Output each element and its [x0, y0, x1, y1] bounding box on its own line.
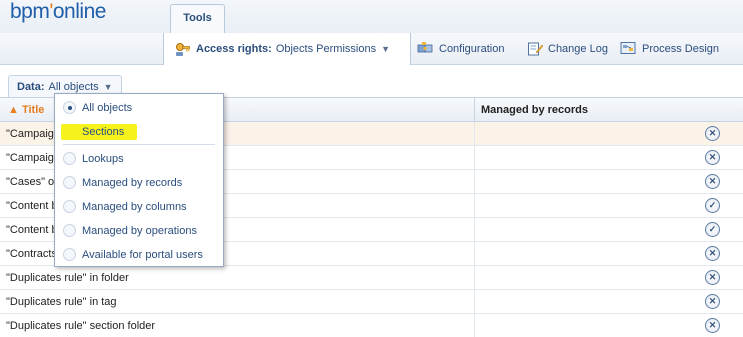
menu-item-label: Sections	[82, 126, 125, 138]
radio-icon	[63, 176, 76, 189]
radio-icon	[63, 200, 76, 213]
logo-prefix: bpm	[10, 0, 50, 23]
logo-suffix: online	[52, 0, 107, 23]
table-row[interactable]: "Duplicates rule" section folder ✕	[0, 314, 743, 337]
row-title: "Content b	[6, 200, 58, 212]
column-header-title[interactable]: ▲ Title	[8, 98, 44, 122]
key-icon	[174, 40, 192, 58]
app-header: bpm'online Tools	[0, 0, 743, 36]
change-log-label: Change Log	[548, 43, 608, 55]
puzzle-icon	[417, 40, 435, 58]
access-rights-label: Access rights:	[196, 43, 272, 55]
radio-icon	[63, 152, 76, 165]
configuration-button[interactable]: Configuration	[417, 33, 504, 65]
row-title: "Duplicates rule" in tag	[6, 296, 117, 308]
table-row[interactable]: "Duplicates rule" in folder ✕	[0, 266, 743, 290]
menu-item-all-objects[interactable]: All objects	[55, 96, 223, 120]
cell-divider	[474, 290, 475, 313]
chevron-down-icon: ▼	[381, 44, 390, 54]
cell-divider	[474, 122, 475, 145]
cell-divider	[474, 266, 475, 289]
access-rights-dropdown[interactable]: Access rights: Objects Permissions ▼	[163, 33, 411, 65]
cross-icon: ✕	[705, 318, 720, 333]
menu-item-managed-by-operations[interactable]: Managed by operations	[55, 219, 223, 243]
cross-icon: ✕	[705, 270, 720, 285]
process-design-button[interactable]: Process Design	[620, 33, 719, 65]
app-logo[interactable]: bpm'online	[10, 0, 106, 24]
row-title: "Duplicates rule" in folder	[6, 272, 129, 284]
data-filter-label: Data:	[17, 80, 45, 93]
change-log-button[interactable]: Change Log	[526, 33, 608, 65]
menu-divider	[63, 144, 215, 145]
tab-tools[interactable]: Tools	[170, 4, 225, 35]
menu-item-managed-by-columns[interactable]: Managed by columns	[55, 195, 223, 219]
access-rights-value: Objects Permissions	[275, 43, 377, 55]
cell-divider	[474, 146, 475, 169]
checkmark-icon: ✓	[705, 222, 720, 237]
cell-divider	[474, 194, 475, 217]
menu-item-label: Available for portal users	[82, 249, 203, 261]
cross-icon: ✕	[705, 126, 720, 141]
data-filter-menu-items: All objects Sections Lookups Managed by rec…	[55, 96, 223, 267]
sort-asc-icon: ▲	[8, 104, 19, 116]
menu-item-managed-by-records[interactable]: Managed by records	[55, 171, 223, 195]
radio-icon	[63, 224, 76, 237]
cross-icon: ✕	[705, 150, 720, 165]
cell-divider	[474, 170, 475, 193]
menu-item-label: Managed by operations	[82, 225, 197, 237]
data-filter-menu: All objects Sections Lookups Managed by rec…	[54, 93, 224, 267]
data-filter-value: All objects	[48, 80, 99, 93]
toolbar: Access rights: Objects Permissions ▼ Con…	[0, 33, 743, 65]
menu-item-lookups[interactable]: Lookups	[55, 147, 223, 171]
column-header-managed[interactable]: Managed by records	[481, 98, 588, 122]
row-title: "Cases" ob	[6, 176, 61, 188]
row-title: "Campaign	[6, 128, 61, 140]
process-design-icon	[620, 40, 638, 58]
menu-item-label: Lookups	[82, 153, 124, 165]
cell-divider	[474, 218, 475, 241]
column-divider[interactable]	[474, 98, 475, 122]
menu-item-label: Managed by columns	[82, 201, 187, 213]
menu-item-label: Managed by records	[82, 177, 183, 189]
chevron-down-icon: ▼	[103, 81, 113, 92]
cross-icon: ✕	[705, 294, 720, 309]
row-title: "Duplicates rule" section folder	[6, 320, 156, 332]
column-title-label: Title	[21, 104, 45, 116]
row-title: "Content b	[6, 224, 58, 236]
row-title: "Contracts	[6, 248, 57, 260]
cross-icon: ✕	[705, 174, 720, 189]
radio-icon	[63, 248, 76, 261]
configuration-label: Configuration	[439, 43, 505, 55]
menu-item-sections[interactable]: Sections	[55, 120, 223, 144]
cross-icon: ✕	[705, 246, 720, 261]
row-title: "Campaign	[6, 152, 61, 164]
table-row[interactable]: "Duplicates rule" in tag ✕	[0, 290, 743, 314]
radio-icon	[63, 101, 76, 114]
cell-divider	[474, 242, 475, 265]
process-design-label: Process Design	[642, 43, 720, 55]
cell-divider	[474, 314, 475, 337]
menu-item-available-for-portal-users[interactable]: Available for portal users	[55, 243, 223, 267]
pencil-icon	[526, 40, 544, 58]
checkmark-icon: ✓	[705, 198, 720, 213]
menu-item-label: All objects	[82, 102, 133, 114]
